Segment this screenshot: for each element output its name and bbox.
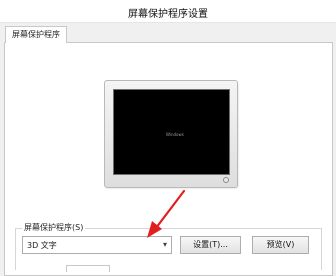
window-title: 屏幕保护程序设置 [128, 9, 208, 20]
chevron-down-icon: ▾ [162, 240, 167, 249]
screensaver-group-label: 屏幕保护程序(S) [22, 222, 86, 233]
screensaver-select-value: 3D 文字 [27, 241, 57, 250]
power-button-icon [223, 177, 229, 183]
annotation-arrow-icon [147, 189, 186, 238]
preview-button[interactable]: 预览(V) [252, 236, 309, 254]
monitor-preview: Windows [104, 80, 238, 188]
preview-screen-text: Windows [166, 132, 184, 137]
title-bar: 屏幕保护程序设置 [0, 0, 336, 23]
tab-screensaver[interactable]: 屏幕保护程序 [5, 26, 67, 43]
preview-screen: Windows [113, 89, 230, 175]
